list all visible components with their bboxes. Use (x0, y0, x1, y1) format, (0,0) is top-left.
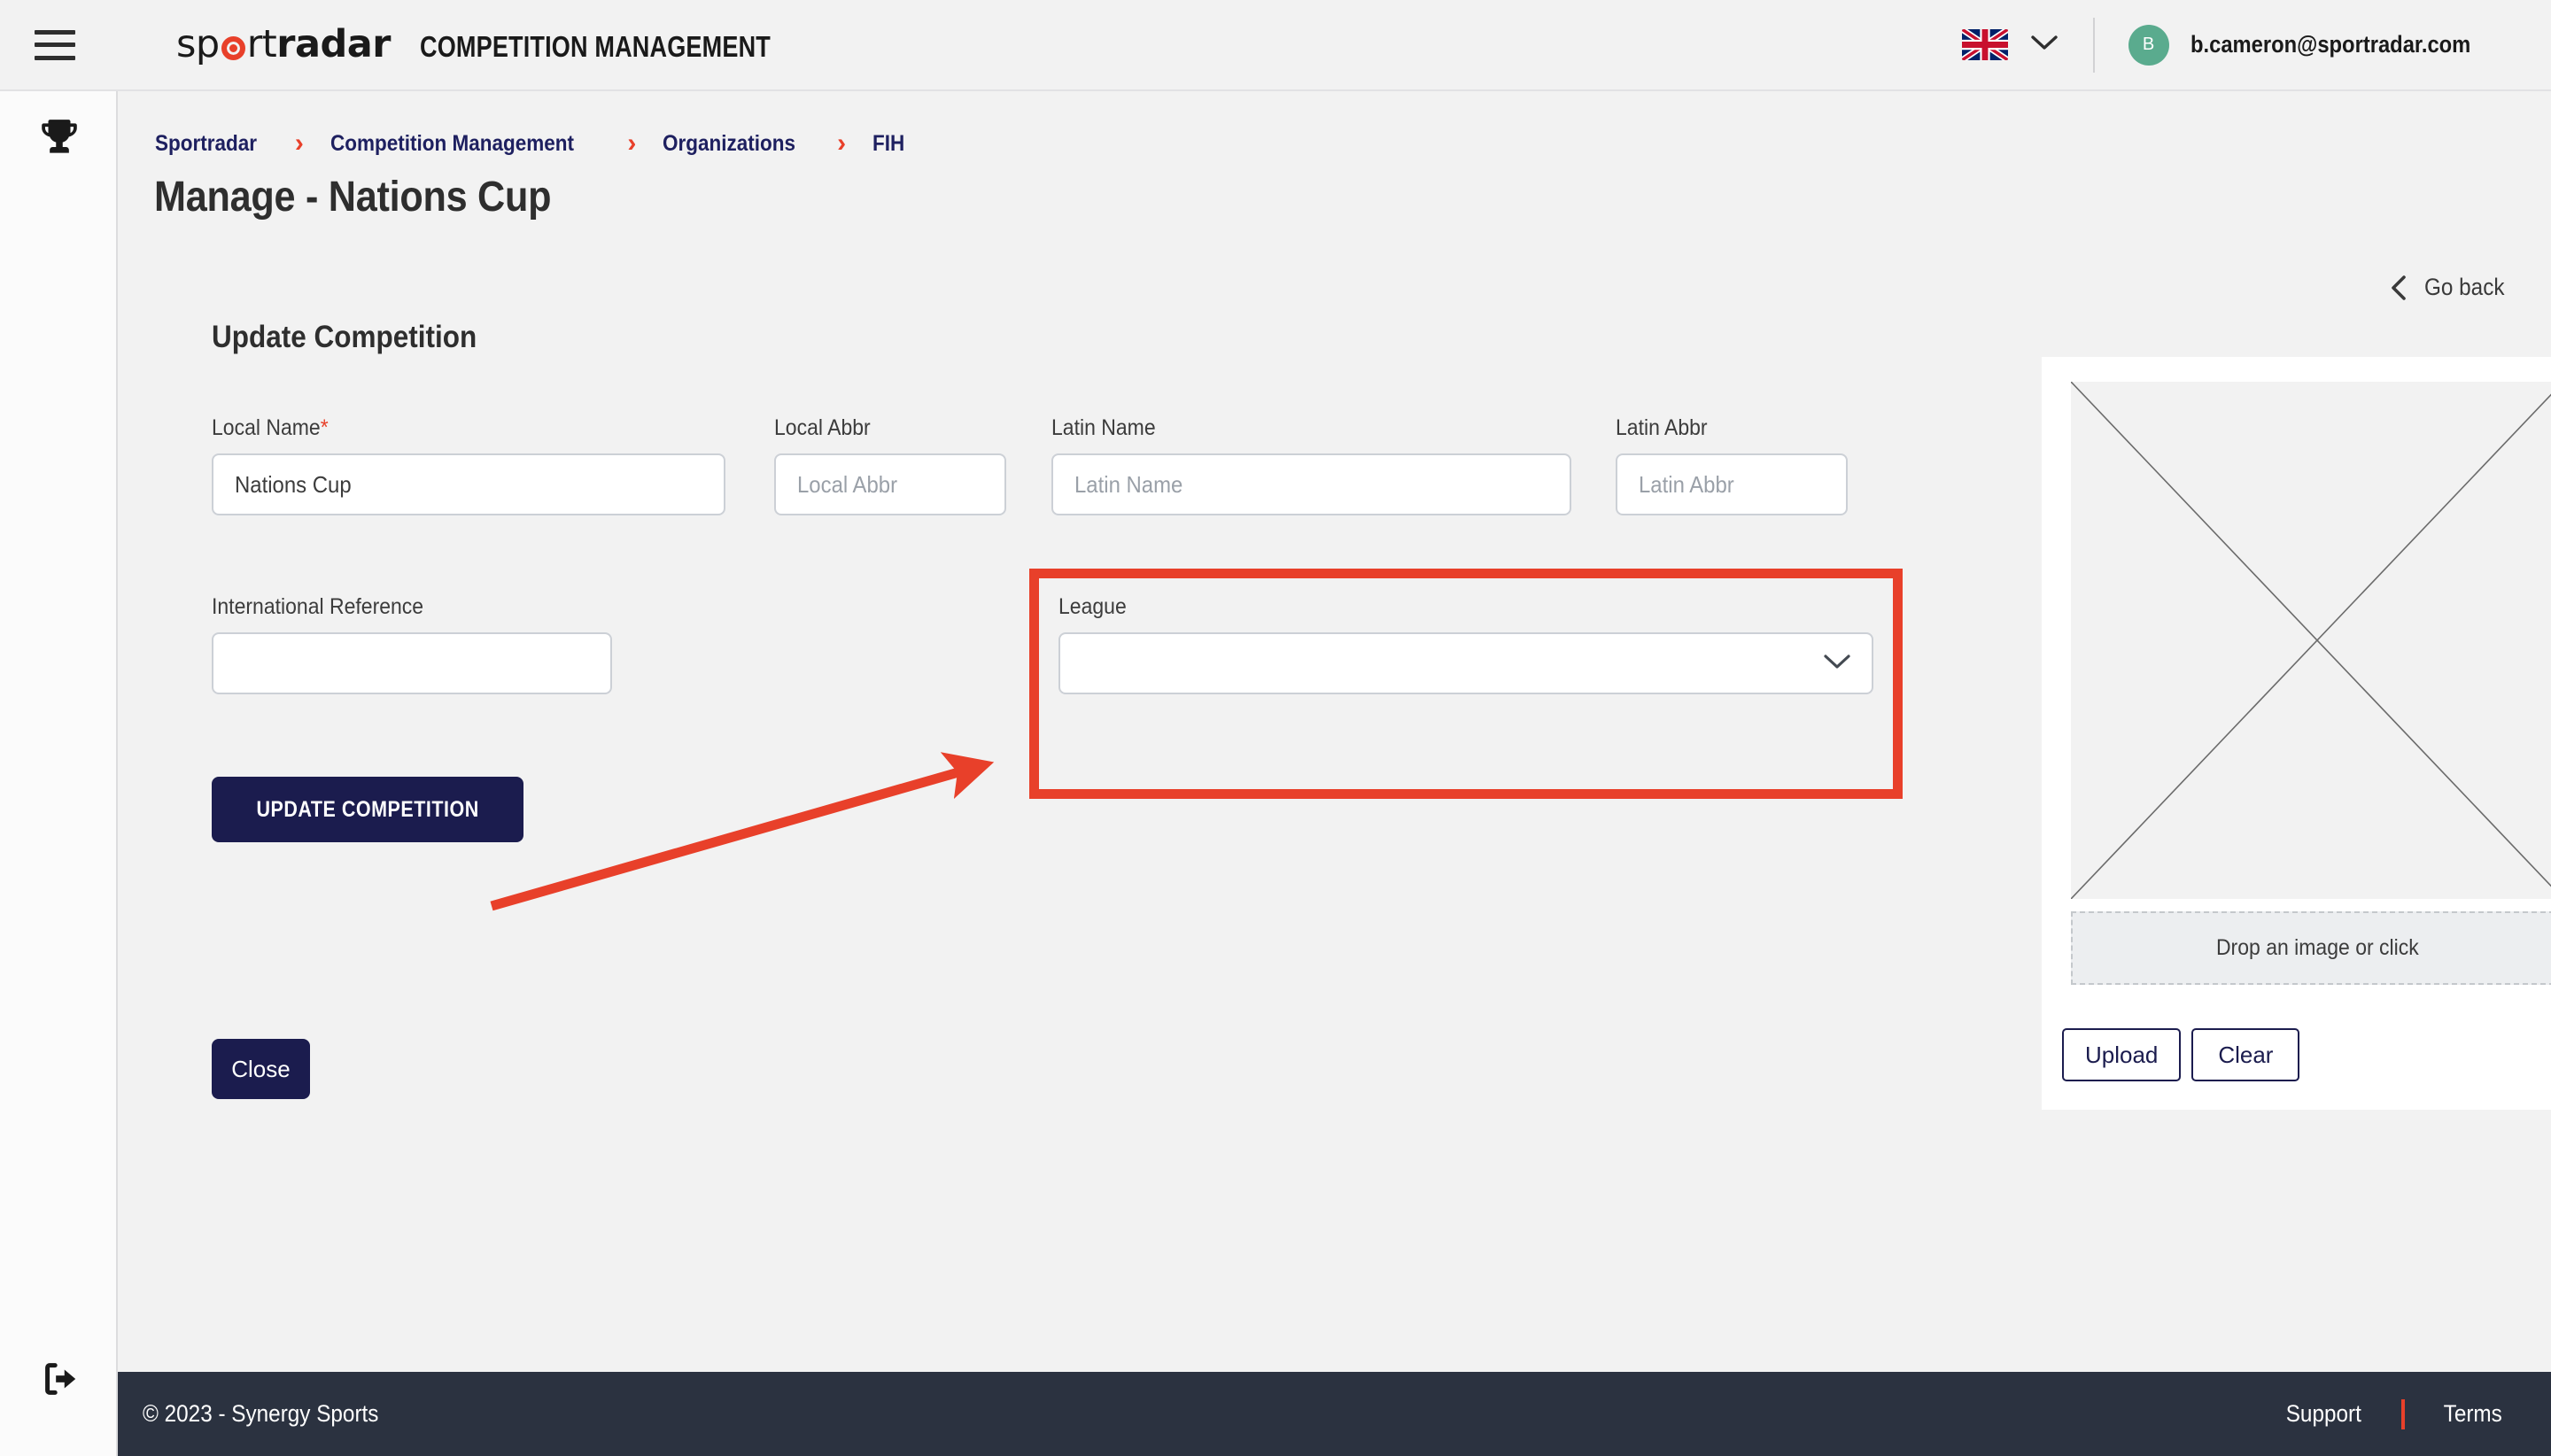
brand-logo[interactable]: sp rt radar COMPETITION MANAGEMENT (176, 26, 848, 64)
close-button[interactable]: Close (212, 1039, 310, 1099)
required-marker: * (320, 415, 329, 440)
main-content: Sportradar › Competition Management › Or… (118, 91, 2551, 1456)
breadcrumb-item-organizations[interactable]: Organizations (663, 131, 795, 157)
update-competition-form: Update Competition Local Name* Nations C… (154, 320, 1943, 1099)
logo-o-circle-icon (221, 36, 245, 60)
breadcrumb-item-fih: FIH (872, 130, 905, 156)
upload-button[interactable]: Upload (2062, 1028, 2182, 1081)
field-international-reference: International Reference (212, 594, 612, 694)
field-label-local-abbr: Local Abbr (774, 415, 871, 440)
chevron-down-icon (1824, 654, 1850, 674)
top-bar-right: B b.cameron@sportradar.com (1961, 0, 2551, 89)
update-competition-button[interactable]: UPDATE COMPETITION (212, 777, 524, 842)
chevron-left-icon (2389, 275, 2408, 301)
sportradar-logo: sp rt radar (176, 26, 391, 64)
hamburger-icon[interactable] (35, 29, 75, 60)
top-bar: sp rt radar COMPETITION MANAGEMENT B b.c… (0, 0, 2551, 91)
field-label-latin-name: Latin Name (1051, 415, 1156, 440)
logo-text-radar: radar (276, 22, 391, 66)
breadcrumb-separator-icon: › (837, 128, 847, 158)
local-abbr-input[interactable]: Local Abbr (774, 453, 1006, 515)
breadcrumb-separator-icon: › (627, 128, 637, 158)
local-name-value: Nations Cup (235, 470, 352, 498)
image-action-buttons: Upload Clear (2062, 1028, 2300, 1081)
image-dropzone-label: Drop an image or click (2215, 935, 2419, 960)
trophy-icon (37, 116, 81, 165)
divider (2092, 17, 2095, 73)
latin-abbr-input[interactable]: Latin Abbr (1616, 453, 1848, 515)
user-menu[interactable]: B b.cameron@sportradar.com (2128, 24, 2508, 66)
app-title: COMPETITION MANAGEMENT (419, 30, 771, 63)
footer-copyright: © 2023 - Synergy Sports (143, 1400, 379, 1427)
sidebar-item-competitions[interactable] (0, 91, 118, 189)
breadcrumb-separator-icon: › (294, 128, 304, 158)
latin-abbr-placeholder: Latin Abbr (1639, 470, 1734, 498)
page-title: Manage - Nations Cup (154, 174, 552, 221)
field-label-latin-abbr: Latin Abbr (1616, 415, 1708, 440)
footer-divider (2400, 1398, 2405, 1429)
latin-name-input[interactable]: Latin Name (1051, 453, 1571, 515)
clear-button[interactable]: Clear (2191, 1028, 2300, 1081)
footer: © 2023 - Synergy Sports Support Terms (118, 1372, 2551, 1456)
broken-image-icon (2070, 381, 2551, 900)
footer-links: Support Terms (2282, 1398, 2505, 1429)
image-upload-panel: Drop an image or click Upload Clear (2042, 357, 2551, 1110)
field-local-abbr: Local Abbr Local Abbr (774, 415, 1006, 515)
field-local-name: Local Name* Nations Cup (212, 415, 725, 515)
field-league: League (1058, 594, 1873, 694)
field-latin-name: Latin Name Latin Name (1051, 415, 1571, 515)
section-title: Update Competition (212, 320, 477, 354)
chevron-down-icon[interactable] (2030, 35, 2058, 55)
uk-flag-icon[interactable] (1961, 29, 2008, 60)
logo-text-rt: rt (246, 22, 277, 66)
sidebar (0, 91, 118, 1456)
footer-link-support[interactable]: Support (2286, 1400, 2361, 1428)
go-back-link[interactable]: Go back (2389, 274, 2514, 301)
image-dropzone[interactable]: Drop an image or click (2071, 911, 2551, 985)
avatar: B (2128, 24, 2169, 66)
breadcrumb: Sportradar › Competition Management › Or… (155, 130, 908, 157)
league-select[interactable] (1058, 632, 1873, 694)
field-latin-abbr: Latin Abbr Latin Abbr (1616, 415, 1848, 515)
logout-icon (39, 1359, 80, 1404)
update-competition-label: UPDATE COMPETITION (256, 796, 479, 822)
logo-text-sp: sp (176, 22, 220, 66)
user-email: b.cameron@sportradar.com (2190, 31, 2470, 58)
footer-link-terms[interactable]: Terms (2443, 1400, 2501, 1428)
field-label-local-name: Local Name* (212, 415, 329, 440)
breadcrumb-item-sportradar[interactable]: Sportradar (155, 131, 257, 157)
sidebar-item-logout[interactable] (0, 1332, 118, 1429)
breadcrumb-item-competition-management[interactable]: Competition Management (330, 131, 574, 157)
latin-name-placeholder: Latin Name (1074, 470, 1183, 498)
field-label-international-reference: International Reference (212, 594, 424, 619)
local-abbr-placeholder: Local Abbr (797, 470, 898, 498)
international-reference-input[interactable] (212, 632, 612, 694)
field-label-league: League (1058, 594, 1127, 619)
local-name-input[interactable]: Nations Cup (212, 453, 725, 515)
go-back-label: Go back (2424, 274, 2505, 300)
